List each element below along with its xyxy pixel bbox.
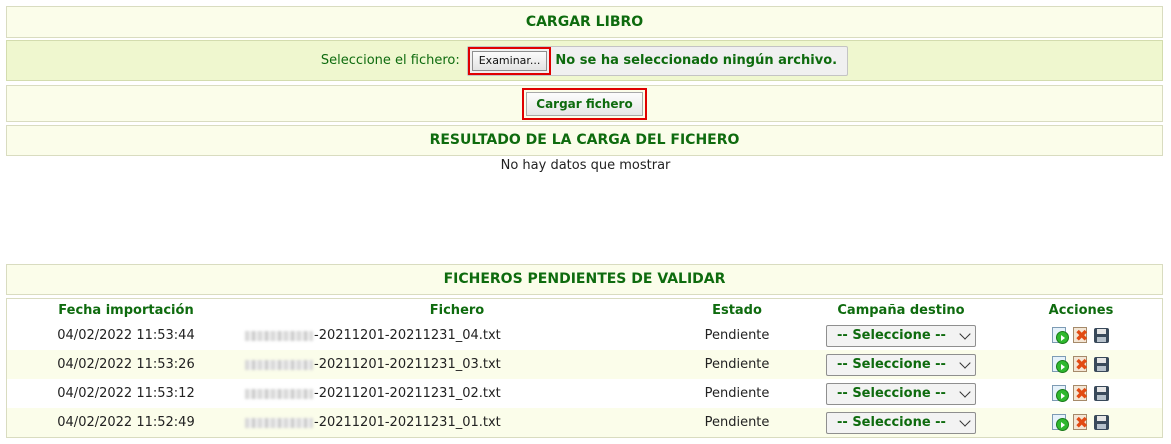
row-file-name: -20211201-20211231_02.txt — [314, 386, 501, 401]
upload-file-button[interactable]: Cargar fichero — [526, 92, 643, 116]
delete-page-icon[interactable]: ✖ — [1072, 356, 1090, 373]
validate-page-go-icon[interactable] — [1051, 414, 1069, 431]
campaign-select[interactable]: -- Seleccione -- — [826, 411, 976, 434]
table-row: 04/02/2022 11:53:12 -20211201-20211231_0… — [7, 379, 1162, 408]
campaign-select[interactable]: -- Seleccione -- — [826, 324, 976, 347]
no-data-message: No hay datos que mostrar — [500, 158, 671, 173]
delete-page-icon[interactable]: ✖ — [1072, 414, 1090, 431]
row-file-name: -20211201-20211231_04.txt — [314, 328, 501, 343]
row-file: -20211201-20211231_02.txt — [245, 386, 501, 401]
chevron-down-icon — [959, 327, 971, 340]
row-status: Pendiente — [704, 386, 770, 401]
file-select-band: Seleccione el fichero: Examinar... No se… — [6, 40, 1163, 81]
pending-section-title: FICHEROS PENDIENTES DE VALIDAR — [6, 264, 1163, 295]
column-header-campaign: Campaña destino — [837, 302, 965, 318]
save-disk-icon[interactable] — [1093, 356, 1111, 373]
select-file-label: Seleccione el fichero: — [320, 53, 460, 68]
campaign-select-value: -- Seleccione -- — [837, 328, 946, 343]
campaign-select-value: -- Seleccione -- — [837, 386, 946, 401]
redacted-filename-prefix — [245, 417, 313, 428]
table-row: 04/02/2022 11:53:26 -20211201-20211231_0… — [7, 350, 1162, 379]
redacted-filename-prefix — [245, 359, 313, 370]
column-header-actions: Acciones — [1048, 302, 1114, 318]
column-header-date: Fecha importación — [58, 302, 194, 318]
row-date: 04/02/2022 11:53:26 — [57, 357, 195, 372]
delete-page-icon[interactable]: ✖ — [1072, 327, 1090, 344]
campaign-select[interactable]: -- Seleccione -- — [826, 353, 976, 376]
row-status: Pendiente — [704, 328, 770, 343]
validate-page-go-icon[interactable] — [1051, 385, 1069, 402]
row-status: Pendiente — [704, 415, 770, 430]
browse-highlight-frame: Examinar... — [467, 46, 552, 75]
row-date: 04/02/2022 11:53:44 — [57, 328, 195, 343]
file-input[interactable]: Examinar... No se ha seleccionado ningún… — [466, 45, 849, 76]
row-file: -20211201-20211231_01.txt — [245, 415, 501, 430]
chevron-down-icon — [959, 385, 971, 398]
table-row: 04/02/2022 11:52:49 -20211201-20211231_0… — [7, 408, 1162, 437]
browse-button[interactable]: Examinar... — [471, 50, 548, 71]
no-file-selected-text: No se ha seleccionado ningún archivo. — [555, 53, 838, 68]
save-disk-icon[interactable] — [1093, 385, 1111, 402]
chevron-down-icon — [959, 414, 971, 427]
validate-page-go-icon[interactable] — [1051, 327, 1069, 344]
campaign-select-value: -- Seleccione -- — [837, 415, 946, 430]
row-file: -20211201-20211231_03.txt — [245, 357, 501, 372]
upload-button-band: Cargar fichero — [6, 85, 1163, 122]
campaign-select[interactable]: -- Seleccione -- — [826, 382, 976, 405]
upload-highlight-frame: Cargar fichero — [522, 88, 647, 120]
row-file: -20211201-20211231_04.txt — [245, 328, 501, 343]
validate-page-go-icon[interactable] — [1051, 356, 1069, 373]
chevron-down-icon — [959, 356, 971, 369]
row-date: 04/02/2022 11:52:49 — [57, 415, 195, 430]
column-header-status: Estado — [712, 302, 762, 318]
row-status: Pendiente — [704, 357, 770, 372]
column-header-file: Fichero — [429, 302, 485, 318]
upload-section-title: CARGAR LIBRO — [6, 6, 1163, 38]
table-header-row: Fecha importación Fichero Estado Campaña… — [7, 299, 1162, 321]
result-section-title: RESULTADO DE LA CARGA DEL FICHERO — [6, 125, 1163, 156]
pending-files-table: Fecha importación Fichero Estado Campaña… — [6, 298, 1163, 438]
row-date: 04/02/2022 11:53:12 — [57, 386, 195, 401]
row-file-name: -20211201-20211231_03.txt — [314, 357, 501, 372]
row-file-name: -20211201-20211231_01.txt — [314, 415, 501, 430]
delete-page-icon[interactable]: ✖ — [1072, 385, 1090, 402]
campaign-select-value: -- Seleccione -- — [837, 357, 946, 372]
redacted-filename-prefix — [245, 388, 313, 399]
save-disk-icon[interactable] — [1093, 327, 1111, 344]
table-row: 04/02/2022 11:53:44 -20211201-20211231_0… — [7, 321, 1162, 350]
redacted-filename-prefix — [245, 330, 313, 341]
save-disk-icon[interactable] — [1093, 414, 1111, 431]
